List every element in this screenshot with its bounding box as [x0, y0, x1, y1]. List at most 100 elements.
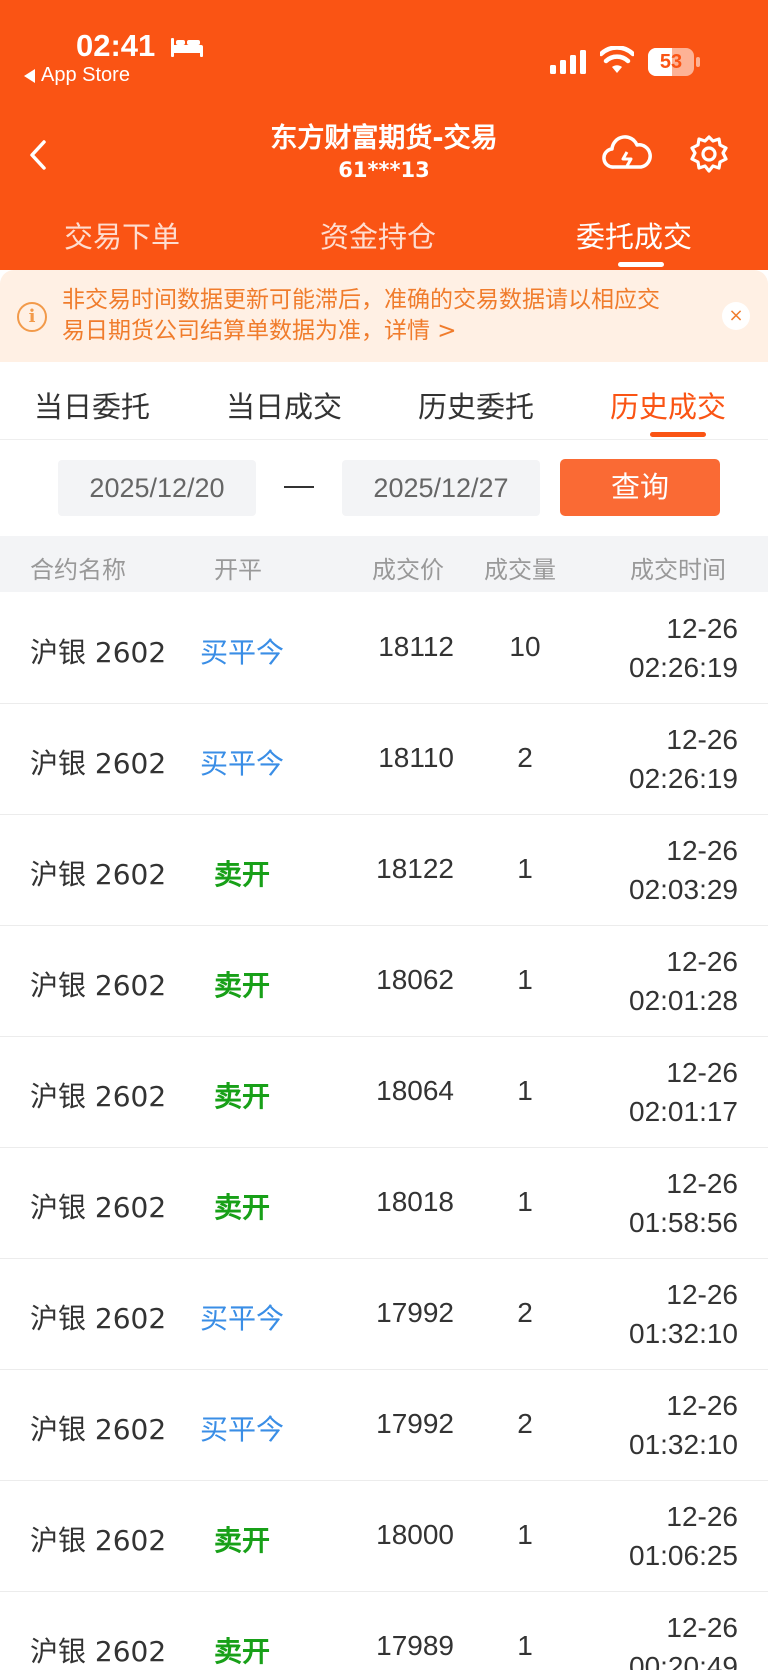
notice-text[interactable]: 非交易时间数据更新可能滞后，准确的交易数据请以相应交易日期货公司结算单数据为准，… [62, 285, 682, 347]
trade-clock: 01:32:10 [629, 1318, 738, 1349]
trade-price: 18110 [378, 742, 454, 773]
tab-funds-positions[interactable]: 资金持仓 [320, 214, 436, 256]
trade-time: 12-26 02:26:19 [560, 720, 738, 798]
trade-date: 12-26 [666, 1057, 738, 1088]
end-date-field[interactable]: 2025/12/27 [342, 460, 540, 516]
table-row[interactable]: 沪银 2602 卖开 18000 1 12-26 01:06:25 [0, 1481, 768, 1592]
tab-orders-trades[interactable]: 委托成交 [576, 214, 692, 256]
table-header: 合约名称 开平 成交价 成交量 成交时间 [0, 536, 768, 592]
page-title: 东方财富期货-交易 [270, 123, 498, 154]
contract-name: 沪银 2602 [30, 747, 167, 780]
tab-trade-order[interactable]: 交易下单 [64, 214, 180, 256]
contract-name: 沪银 2602 [30, 1635, 167, 1668]
back-to-app-store[interactable]: App Store [24, 64, 130, 87]
trade-price: 17992 [376, 1408, 454, 1439]
trade-date: 12-26 [666, 613, 738, 644]
trade-price: 18000 [376, 1519, 454, 1550]
open-close-type: 卖开 [213, 858, 270, 891]
trade-clock: 01:06:25 [629, 1540, 738, 1571]
tab-today-orders[interactable]: 当日委托 [34, 384, 150, 426]
table-row[interactable]: 沪银 2602 买平今 18112 10 12-26 02:26:19 [0, 593, 768, 704]
table-row[interactable]: 沪银 2602 卖开 17989 1 12-26 00:20:49 [0, 1592, 768, 1670]
open-close-type: 买平今 [199, 1302, 284, 1335]
trade-date: 12-26 [666, 1612, 738, 1643]
status-time: 02:41 [76, 28, 156, 63]
trade-clock: 01:58:56 [629, 1207, 738, 1238]
sub-tabs: 当日委托 当日成交 历史委托 历史成交 [0, 362, 768, 440]
contract-name: 沪银 2602 [30, 1080, 167, 1113]
trade-time: 12-26 02:01:17 [560, 1053, 738, 1131]
header-price: 成交价 [372, 556, 444, 584]
header-quantity: 成交量 [484, 556, 556, 584]
trade-price: 18112 [378, 631, 454, 662]
trade-time: 12-26 01:32:10 [560, 1386, 738, 1464]
open-close-type: 买平今 [199, 636, 284, 669]
open-close-type: 卖开 [213, 1080, 270, 1113]
trade-price: 17989 [376, 1630, 454, 1661]
tab-today-trades[interactable]: 当日成交 [226, 384, 342, 426]
cloud-sync-icon[interactable] [602, 134, 652, 174]
header-contract: 合约名称 [30, 556, 126, 584]
table-row[interactable]: 沪银 2602 买平今 17992 2 12-26 01:32:10 [0, 1370, 768, 1481]
trade-clock: 02:01:28 [629, 985, 738, 1016]
start-date-field[interactable]: 2025/12/20 [58, 460, 256, 516]
contract-name: 沪银 2602 [30, 1191, 167, 1224]
open-close-type: 卖开 [213, 1191, 270, 1224]
close-icon[interactable]: × [722, 302, 750, 330]
sub-tab-active-indicator [650, 432, 706, 437]
trade-time: 12-26 01:32:10 [560, 1275, 738, 1353]
trade-clock: 02:26:19 [629, 763, 738, 794]
table-row[interactable]: 沪银 2602 买平今 18110 2 12-26 02:26:19 [0, 704, 768, 815]
trade-time: 12-26 02:26:19 [560, 609, 738, 687]
app-header: 02:41 App Store 53 东方财富期货-交易 61***13 交易下… [0, 0, 768, 270]
trade-date: 12-26 [666, 1501, 738, 1532]
header-trade-time: 成交时间 [630, 556, 726, 584]
trade-price: 18018 [376, 1186, 454, 1217]
table-row[interactable]: 沪银 2602 卖开 18062 1 12-26 02:01:28 [0, 926, 768, 1037]
trade-price: 18062 [376, 964, 454, 995]
date-range-separator [284, 486, 314, 488]
trade-time: 12-26 02:03:29 [560, 831, 738, 909]
open-close-type: 卖开 [213, 1635, 270, 1668]
trade-date: 12-26 [666, 1168, 738, 1199]
account-number: 61***13 [338, 158, 430, 182]
open-close-type: 卖开 [213, 969, 270, 1002]
settings-gear-icon[interactable] [688, 134, 730, 176]
table-row[interactable]: 沪银 2602 卖开 18018 1 12-26 01:58:56 [0, 1148, 768, 1259]
header-open-close: 开平 [214, 556, 262, 584]
open-close-type: 买平今 [199, 1413, 284, 1446]
main-tab-active-indicator [618, 262, 664, 267]
trade-date: 12-26 [666, 946, 738, 977]
trade-time: 12-26 01:58:56 [560, 1164, 738, 1242]
battery-indicator: 53 [648, 48, 700, 76]
trade-clock: 02:01:17 [629, 1096, 738, 1127]
trade-price: 18122 [376, 853, 454, 884]
contract-name: 沪银 2602 [30, 1413, 167, 1446]
info-icon: i [17, 302, 47, 332]
back-app-label: App Store [41, 64, 130, 86]
battery-percent: 53 [659, 51, 683, 73]
cellular-signal-icon [550, 50, 586, 74]
contract-name: 沪银 2602 [30, 1302, 167, 1335]
trade-time: 12-26 02:01:28 [560, 942, 738, 1020]
trade-date: 12-26 [666, 1279, 738, 1310]
query-button[interactable]: 查询 [560, 459, 720, 516]
contract-name: 沪银 2602 [30, 858, 167, 891]
trade-clock: 02:03:29 [629, 874, 738, 905]
trade-date: 12-26 [666, 724, 738, 755]
table-row[interactable]: 沪银 2602 卖开 18064 1 12-26 02:01:17 [0, 1037, 768, 1148]
wifi-icon [600, 46, 634, 73]
table-row[interactable]: 沪银 2602 买平今 17992 2 12-26 01:32:10 [0, 1259, 768, 1370]
trade-clock: 01:32:10 [629, 1429, 738, 1460]
tab-history-trades[interactable]: 历史成交 [610, 384, 726, 426]
trade-price: 18064 [376, 1075, 454, 1106]
trade-clock: 00:20:49 [629, 1651, 738, 1670]
table-row[interactable]: 沪银 2602 卖开 18122 1 12-26 02:03:29 [0, 815, 768, 926]
trade-time: 12-26 00:20:49 [560, 1608, 738, 1670]
open-close-type: 买平今 [199, 747, 284, 780]
trade-date: 12-26 [666, 1390, 738, 1421]
tab-history-orders[interactable]: 历史委托 [418, 384, 534, 426]
sleep-focus-icon [171, 38, 203, 57]
trade-price: 17992 [376, 1297, 454, 1328]
trade-time: 12-26 01:06:25 [560, 1497, 738, 1575]
